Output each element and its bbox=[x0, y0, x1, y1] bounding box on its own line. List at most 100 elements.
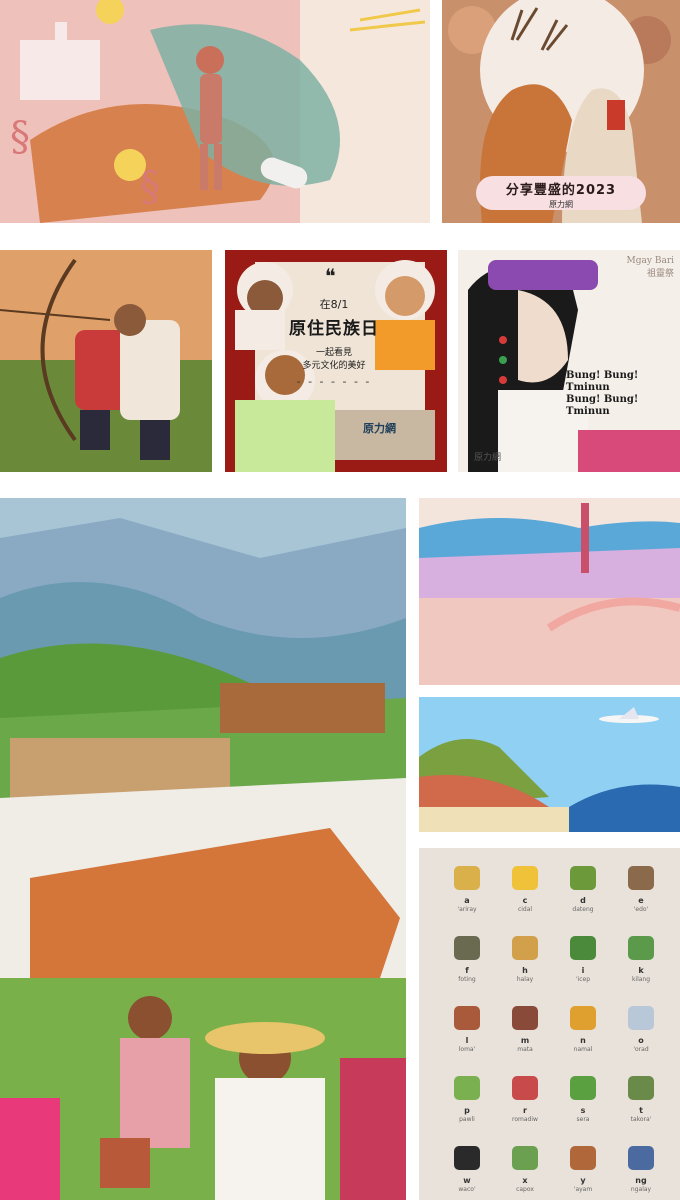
alphabet-word: dateng bbox=[572, 906, 594, 913]
alphabet-entry: i'icep bbox=[557, 936, 609, 1006]
alphabet-entry: c cidal bbox=[499, 866, 551, 936]
quote-mark: ❝ bbox=[325, 264, 336, 288]
alphabet-word: 'ayam bbox=[573, 1186, 593, 1193]
alphabet-entry-icon bbox=[628, 936, 654, 960]
alphabet-entry-icon bbox=[512, 1006, 538, 1030]
alphabet-word: waco' bbox=[458, 1186, 476, 1193]
alphabet-letter: o bbox=[638, 1036, 644, 1045]
alphabet-letter: y bbox=[580, 1176, 586, 1185]
weaver-artist-latin: Mgay Bari bbox=[626, 256, 674, 266]
alphabet-letter: x bbox=[522, 1176, 528, 1185]
alphabet-chart-tile[interactable]: a'ariray c cidal d dateng e'edo' f foting h halay… bbox=[419, 848, 680, 1200]
alphabet-entry: p pawli bbox=[441, 1076, 493, 1146]
alphabet-word: takora' bbox=[630, 1116, 652, 1123]
alphabet-letter: k bbox=[638, 966, 644, 975]
alphabet-entry: l loma' bbox=[441, 1006, 493, 1076]
alphabet-entry-icon bbox=[454, 866, 480, 890]
alphabet-word: 'edo' bbox=[633, 906, 649, 913]
weaver-logo: 原力網 bbox=[474, 453, 502, 463]
alphabet-word: 'orad bbox=[633, 1046, 649, 1053]
alphabet-entry: k kilang bbox=[615, 936, 667, 1006]
alphabet-word: 'icep bbox=[575, 976, 591, 983]
alphabet-word: halay bbox=[516, 976, 534, 983]
alphabet-entry: n namal bbox=[557, 1006, 609, 1076]
alphabet-entry-icon bbox=[512, 936, 538, 960]
city-skyline-tile[interactable] bbox=[419, 498, 680, 685]
alphabet-entry-icon bbox=[628, 1146, 654, 1170]
airplane-coast-tile[interactable] bbox=[419, 697, 680, 832]
deer-logo-text: 原力網 bbox=[549, 200, 573, 209]
alphabet-word: loma' bbox=[458, 1046, 476, 1053]
alphabet-letter: i bbox=[581, 966, 585, 975]
collage-illustration: § § bbox=[0, 0, 430, 223]
alphabet-word: mata bbox=[517, 1046, 533, 1053]
deer-rabbit-tile[interactable]: 分享豐盛的2023 原力網 bbox=[442, 0, 680, 223]
indigenous-day-text: ❝ 在8/1 原住民族日 一起看見 多元文化的美好 - - - - - - - bbox=[275, 264, 393, 440]
alphabet-entry: x capox bbox=[499, 1146, 551, 1200]
alphabet-letter: l bbox=[465, 1036, 469, 1045]
alphabet-entry-icon bbox=[512, 866, 538, 890]
alphabet-entry-icon bbox=[570, 1076, 596, 1100]
deer-greeting-badge: 分享豐盛的2023 原力網 bbox=[476, 176, 646, 210]
alphabet-letter: d bbox=[580, 896, 586, 905]
alphabet-word: foting bbox=[458, 976, 476, 983]
alphabet-word: sera bbox=[576, 1116, 590, 1123]
alphabet-entry: h halay bbox=[499, 936, 551, 1006]
alphabet-entry-icon bbox=[512, 1076, 538, 1100]
weaver-chant-line2: Bung! Bung! Tminun bbox=[566, 394, 639, 417]
alphabet-entry-icon bbox=[628, 1006, 654, 1030]
alphabet-entry: r romadiw bbox=[499, 1076, 551, 1146]
weaver-tile[interactable]: Mgay Bari 祖靈祭 Bung! Bung! Tminun Bung! B… bbox=[458, 250, 680, 472]
alphabet-entry: w waco' bbox=[441, 1146, 493, 1200]
archer-tile[interactable] bbox=[0, 250, 212, 472]
alphabet-entry-icon bbox=[570, 1146, 596, 1170]
alphabet-entry-icon bbox=[570, 1006, 596, 1030]
alphabet-letter: f bbox=[465, 966, 469, 975]
alphabet-letter: ng bbox=[635, 1176, 647, 1185]
alphabet-letter: h bbox=[522, 966, 528, 975]
alphabet-entry-icon bbox=[628, 866, 654, 890]
alphabet-letter: r bbox=[523, 1106, 527, 1115]
indigenous-day-sub2: 多元文化的美好 bbox=[302, 361, 366, 371]
alphabet-letter: s bbox=[580, 1106, 586, 1115]
airplane-coast-illustration bbox=[419, 697, 680, 832]
alphabet-letter: m bbox=[520, 1036, 530, 1045]
alphabet-entry: a'ariray bbox=[441, 866, 493, 936]
archer-illustration bbox=[0, 250, 212, 472]
alphabet-entry-icon bbox=[570, 866, 596, 890]
alphabet-letter: n bbox=[580, 1036, 586, 1045]
indigenous-day-headline: 原住民族日 bbox=[289, 319, 379, 339]
alphabet-letter: p bbox=[464, 1106, 470, 1115]
weaver-artist-credit: Mgay Bari 祖靈祭 bbox=[627, 256, 674, 279]
alphabet-letter: w bbox=[463, 1176, 471, 1185]
indigenous-day-sub1: 一起看見 bbox=[315, 348, 352, 358]
alphabet-word: 'ariray bbox=[457, 906, 477, 913]
alphabet-entry: m mata bbox=[499, 1006, 551, 1076]
alphabet-entry: y'ayam bbox=[557, 1146, 609, 1200]
indigenous-day-date: 在8/1 bbox=[319, 298, 349, 311]
indigenous-day-tile[interactable]: ❝ 在8/1 原住民族日 一起看見 多元文化的美好 - - - - - - - … bbox=[225, 250, 447, 472]
alphabet-word: kilang bbox=[631, 976, 651, 983]
alphabet-letter: t bbox=[639, 1106, 643, 1115]
village-illustration bbox=[0, 498, 406, 1200]
alphabet-entry-icon bbox=[454, 1006, 480, 1030]
artwork-collage-tile[interactable]: § § bbox=[0, 0, 430, 223]
alphabet-entry-icon bbox=[570, 936, 596, 960]
alphabet-entry: f foting bbox=[441, 936, 493, 1006]
alphabet-entry-icon bbox=[454, 1076, 480, 1100]
deer-greeting-title: 分享豐盛的2023 bbox=[505, 183, 617, 198]
alphabet-entry: e'edo' bbox=[615, 866, 667, 936]
alphabet-entry-icon bbox=[512, 1146, 538, 1170]
weaver-artist-zh: 祖靈祭 bbox=[646, 269, 674, 279]
alphabet-entry: d dateng bbox=[557, 866, 609, 936]
village-landscape-tile[interactable] bbox=[0, 498, 406, 1200]
alphabet-entry: ng ngalay bbox=[615, 1146, 667, 1200]
weaver-illustration bbox=[458, 250, 680, 472]
alphabet-entry-icon bbox=[454, 936, 480, 960]
weaver-chant: Bung! Bung! Tminun Bung! Bung! Tminun bbox=[566, 370, 680, 418]
alphabet-entry: o'orad bbox=[615, 1006, 667, 1076]
alphabet-word: namal bbox=[573, 1046, 593, 1053]
alphabet-entry-icon bbox=[628, 1076, 654, 1100]
indigenous-day-logo: 原力網 bbox=[363, 422, 396, 435]
alphabet-word: pawli bbox=[459, 1116, 475, 1123]
